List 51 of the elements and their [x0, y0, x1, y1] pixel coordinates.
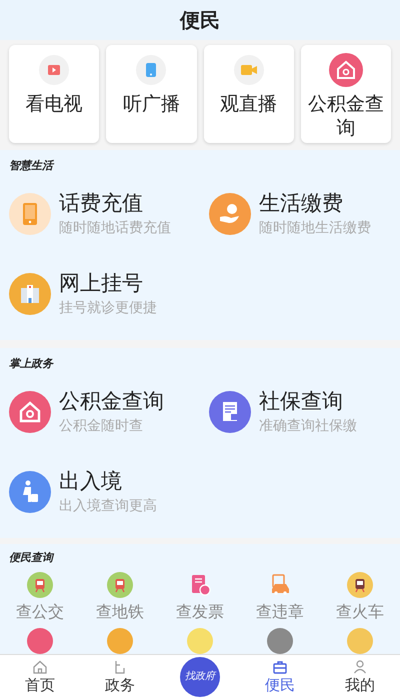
person-icon — [352, 658, 368, 674]
card-label: 听广播 — [122, 92, 181, 116]
service-item[interactable]: 话费充值 随时随地话费充值 — [0, 174, 200, 254]
card-label: 公积金查询 — [306, 92, 385, 140]
quick-card[interactable]: 公积金查询 — [300, 45, 391, 143]
video-camera-icon — [234, 55, 264, 85]
service-subtitle: 准确查询社保缴 — [259, 417, 357, 436]
query-label: 查地铁 — [96, 601, 144, 623]
query-label: 查火车 — [336, 601, 384, 623]
service-subtitle: 挂号就诊更便捷 — [59, 299, 157, 318]
nav-tab[interactable]: 政务 — [80, 655, 160, 698]
quick-card[interactable]: 观直播 — [204, 45, 294, 143]
section-title: 智慧生活 — [9, 158, 53, 174]
find-government-button[interactable]: 找政府 — [180, 656, 220, 696]
service-icon — [27, 628, 53, 654]
service-subtitle: 随时随地话费充值 — [59, 219, 171, 238]
nav-tab[interactable]: 我的 — [320, 655, 400, 698]
home-icon — [32, 658, 48, 674]
query-label: 查违章 — [256, 601, 304, 623]
service-title: 出入境 — [59, 468, 123, 495]
service-subtitle: 随时随地生活缴费 — [259, 219, 371, 238]
service-title: 生活缴费 — [259, 190, 344, 217]
service-title: 话费充值 — [59, 190, 144, 217]
nav-tab[interactable]: 便民 — [240, 655, 320, 698]
quick-card[interactable]: 看电视 — [9, 45, 100, 143]
section-title: 便民查询 — [9, 550, 53, 566]
service-subtitle: 出入境查询更高 — [59, 497, 157, 516]
service-icon — [347, 628, 373, 654]
service-subtitle: 公积金随时查 — [59, 417, 144, 436]
service-icon — [267, 628, 293, 654]
card-label: 看电视 — [24, 92, 84, 116]
service-title: 网上挂号 — [59, 270, 144, 297]
query-label: 查公交 — [16, 601, 64, 623]
card-label: 观直播 — [219, 92, 278, 116]
service-icon — [107, 628, 133, 654]
service-item[interactable]: 生活缴费 随时随地生活缴费 — [200, 174, 400, 254]
tablet-icon — [136, 55, 166, 85]
page-title: 便民 — [180, 7, 220, 34]
service-icon — [187, 628, 213, 654]
service-item[interactable]: 出入境 出入境查询更高 — [0, 452, 200, 532]
quick-card[interactable]: 听广播 — [106, 45, 196, 143]
service-title: 公积金查询 — [59, 388, 164, 415]
service-item[interactable]: 网上挂号 挂号就诊更便捷 — [0, 254, 200, 334]
nav-tab[interactable]: 首页 — [0, 655, 80, 698]
briefcase-icon — [272, 658, 288, 674]
service-title: 社保查询 — [259, 388, 344, 415]
service-item[interactable]: 社保查询 准确查询社保缴 — [200, 372, 400, 452]
query-label: 查发票 — [176, 601, 224, 623]
film-icon — [39, 55, 70, 85]
section-title: 掌上政务 — [9, 356, 53, 372]
service-item[interactable]: 公积金查询 公积金随时查 — [0, 372, 200, 452]
